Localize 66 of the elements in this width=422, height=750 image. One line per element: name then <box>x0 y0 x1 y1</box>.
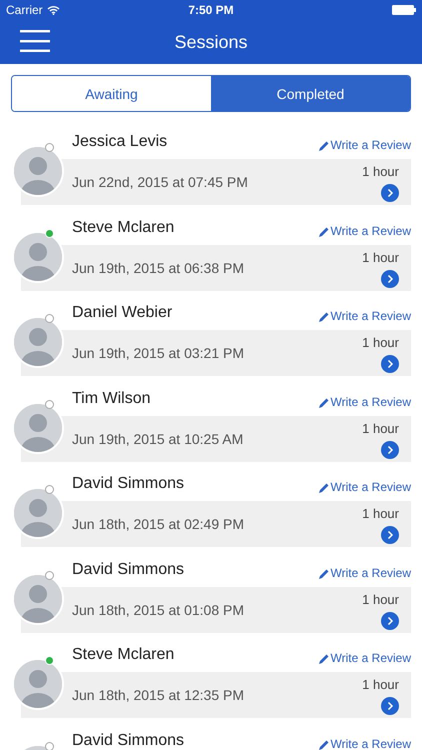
avatar <box>14 232 62 280</box>
chevron-right-icon <box>386 359 394 369</box>
person-name: David Simmons <box>72 560 184 578</box>
details-button[interactable] <box>381 526 399 544</box>
session-duration: 1 hour <box>362 250 399 264</box>
write-review-link[interactable]: Write a Review <box>318 138 411 152</box>
session-date: Jun 19th, 2015 at 03:21 PM <box>72 345 244 361</box>
write-review-link[interactable]: Write a Review <box>318 224 411 238</box>
wifi-icon <box>46 5 60 15</box>
write-review-link[interactable]: Write a Review <box>318 309 411 323</box>
avatar <box>14 318 62 366</box>
person-name: Jessica Levis <box>72 133 168 151</box>
session-duration: 1 hour <box>362 677 399 692</box>
details-button[interactable] <box>381 270 399 288</box>
pencil-icon <box>318 140 330 152</box>
person-name: Daniel Webier <box>72 304 172 322</box>
pencil-icon <box>318 568 330 580</box>
avatar <box>14 489 62 537</box>
battery-icon <box>392 5 416 15</box>
session-duration: 1 hour <box>362 420 399 436</box>
session-date: Jun 19th, 2015 at 06:38 PM <box>72 260 244 276</box>
pencil-icon <box>318 226 330 238</box>
write-review-link[interactable]: Write a Review <box>318 394 411 408</box>
carrier-name: Carrier <box>6 3 43 17</box>
details-button[interactable] <box>381 184 399 202</box>
pencil-icon <box>318 311 330 323</box>
session-date: Jun 19th, 2015 at 10:25 AM <box>72 430 244 446</box>
chevron-right-icon <box>386 530 394 540</box>
menu-button[interactable] <box>20 29 50 53</box>
pencil-icon <box>318 396 330 408</box>
details-button[interactable] <box>381 440 399 458</box>
person-name: Tim Wilson <box>72 390 151 408</box>
chevron-right-icon <box>386 616 394 626</box>
person-name: David Simmons <box>72 475 184 493</box>
write-review-link[interactable]: Write a Review <box>318 480 411 494</box>
avatar <box>14 404 62 452</box>
session-date: Jun 22nd, 2015 at 07:45 PM <box>72 174 248 190</box>
write-review-link[interactable]: Write a Review <box>318 651 411 665</box>
segment-tab[interactable]: Completed <box>211 76 410 111</box>
session-duration: 1 hour <box>362 164 399 179</box>
chevron-right-icon <box>386 701 394 711</box>
session-date: Jun 18th, 2015 at 12:35 PM <box>72 687 244 703</box>
person-name: Steve Mclaren <box>72 646 174 664</box>
session-date: Jun 18th, 2015 at 02:49 PM <box>72 516 244 532</box>
clock-time: 7:50 PM <box>188 3 234 17</box>
pencil-icon <box>318 653 330 665</box>
write-review-link[interactable]: Write a Review <box>318 566 411 580</box>
avatar <box>14 574 62 622</box>
person-name: Steve Mclaren <box>72 218 174 236</box>
screen-title: Sessions <box>174 32 248 52</box>
details-button[interactable] <box>381 355 399 373</box>
pencil-icon <box>318 738 330 750</box>
person-name: David Simmons <box>72 732 184 750</box>
pencil-icon <box>318 482 330 494</box>
session-duration: 1 hour <box>362 592 399 606</box>
avatar <box>14 147 62 195</box>
avatar <box>14 660 62 708</box>
write-review-link[interactable]: Write a Review <box>318 736 411 750</box>
chevron-right-icon <box>386 188 394 198</box>
chevron-right-icon <box>386 444 394 454</box>
session-date: Jun 18th, 2015 at 01:08 PM <box>72 602 244 618</box>
session-duration: 1 hour <box>362 506 399 521</box>
details-button[interactable] <box>381 697 399 715</box>
chevron-right-icon <box>386 274 394 284</box>
details-button[interactable] <box>381 612 399 630</box>
session-duration: 1 hour <box>362 335 399 350</box>
